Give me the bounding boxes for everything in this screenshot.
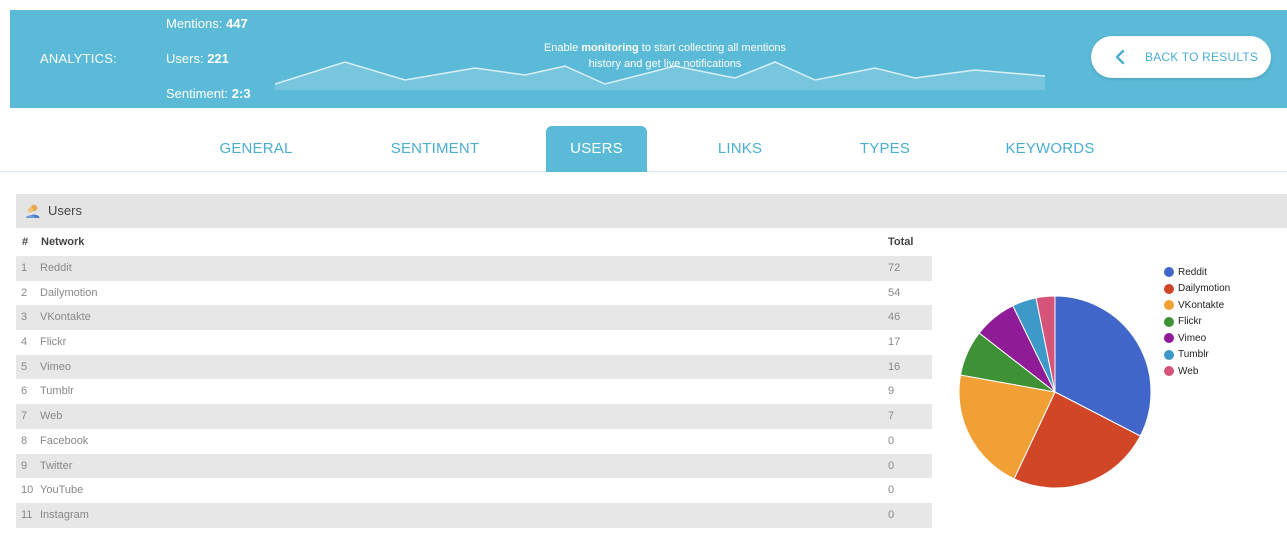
legend-label: VKontakte: [1178, 299, 1225, 311]
mentions-value: 447: [226, 16, 248, 31]
legend-label: Reddit: [1178, 266, 1207, 278]
table-row: 6 Tumblr 9: [16, 379, 932, 404]
column-header-total: Total: [888, 236, 914, 248]
panel-title: Users: [48, 203, 82, 218]
legend-swatch: [1164, 300, 1174, 311]
users-panel-header: Users: [16, 194, 1287, 228]
row-number: 1: [21, 262, 28, 274]
legend-item-tumblr[interactable]: Tumblr: [1164, 347, 1230, 364]
table-row: 7 Web 7: [16, 404, 932, 429]
row-network: VKontakte: [40, 311, 91, 324]
row-total: 54: [888, 286, 901, 299]
row-number: 10: [21, 484, 34, 497]
analytics-label: ANALYTICS:: [40, 51, 117, 66]
legend-item-vimeo[interactable]: Vimeo: [1164, 330, 1230, 347]
legend-item-dailymotion[interactable]: Dailymotion: [1164, 281, 1230, 298]
row-network: Tumblr: [40, 385, 74, 398]
row-network: Web: [40, 410, 63, 423]
row-total: 16: [888, 360, 901, 373]
tab-links[interactable]: LINKS: [705, 126, 775, 172]
sentiment-value: 2:3: [231, 86, 251, 101]
users-value: 221: [207, 51, 229, 66]
row-network: Vimeo: [40, 360, 71, 373]
tab-types[interactable]: TYPES: [850, 126, 920, 172]
tab-sentiment[interactable]: SENTIMENT: [375, 126, 495, 172]
tab-keywords[interactable]: KEYWORDS: [995, 126, 1105, 172]
users-pie-chart: [958, 295, 1152, 489]
table-row: 1 Reddit 72: [16, 256, 932, 281]
legend-label: Dailymotion: [1178, 283, 1231, 295]
row-number: 6: [21, 385, 28, 398]
row-number: 8: [21, 434, 28, 447]
row-network: Dailymotion: [40, 286, 98, 299]
row-number: 9: [21, 459, 28, 472]
users-label: Users:: [166, 51, 204, 66]
tab-bar: GENERAL SENTIMENT USERS LINKS TYPES KEYW…: [0, 126, 1287, 172]
tab-general[interactable]: GENERAL: [206, 126, 306, 172]
table-row: 8 Facebook 0: [16, 429, 932, 454]
row-number: 7: [21, 410, 28, 423]
row-total: 17: [888, 336, 901, 349]
table-row: 2 Dailymotion 54: [16, 281, 932, 306]
row-network: Flickr: [40, 336, 67, 349]
table-row: 10 YouTube 0: [16, 478, 932, 503]
row-network: YouTube: [40, 484, 84, 497]
users-icon: [26, 204, 40, 218]
row-total: 72: [888, 262, 901, 274]
legend-swatch: [1164, 366, 1174, 377]
tab-users[interactable]: USERS: [546, 126, 647, 172]
row-total: 46: [888, 311, 901, 324]
legend-item-vkontakte[interactable]: VKontakte: [1164, 297, 1230, 314]
mentions-stat: Mentions: 447: [166, 16, 248, 31]
row-total: 0: [888, 459, 895, 472]
sentiment-label: Sentiment:: [166, 86, 229, 101]
legend-swatch: [1164, 349, 1174, 360]
chart-legend: Reddit Dailymotion VKontakte Flickr Vimeo Tum…: [1164, 264, 1230, 380]
table-row: 5 Vimeo 16: [16, 354, 932, 380]
row-number: 4: [21, 336, 28, 349]
chevron-left-icon: [1115, 49, 1125, 65]
back-to-results-button[interactable]: BACK TO RESULTS: [1091, 36, 1271, 78]
row-number: 5: [21, 360, 28, 373]
legend-item-reddit[interactable]: Reddit: [1164, 264, 1230, 281]
row-network: Twitter: [40, 459, 73, 472]
table-row: 4 Flickr 17: [16, 330, 932, 355]
legend-swatch: [1164, 267, 1174, 278]
column-header-network: Network: [41, 236, 85, 248]
legend-label: Web: [1178, 365, 1199, 377]
analytics-header: ANALYTICS: Mentions: 447 Users: 221 Sent…: [10, 10, 1287, 108]
legend-label: Tumblr: [1178, 349, 1209, 361]
monitoring-pre: Enable: [543, 42, 579, 54]
monitoring-link[interactable]: monitoring: [581, 42, 638, 54]
row-network: Facebook: [40, 434, 89, 447]
users-table: 1 Reddit 72 2 Dailymotion 54 3 VKontakte 46 4F…: [16, 256, 932, 528]
row-network: Reddit: [40, 262, 72, 274]
legend-swatch: [1164, 316, 1174, 327]
row-number: 3: [21, 311, 28, 324]
legend-item-web[interactable]: Web: [1164, 363, 1230, 380]
table-row: 3 VKontakte 46: [16, 305, 932, 331]
row-number: 11: [21, 508, 33, 521]
legend-label: Vimeo: [1178, 332, 1207, 344]
row-total: 9: [888, 385, 895, 398]
legend-label: Flickr: [1178, 316, 1202, 328]
row-number: 2: [21, 286, 28, 299]
row-total: 0: [888, 484, 895, 497]
row-network: Instagram: [40, 508, 89, 521]
legend-swatch: [1164, 283, 1174, 294]
table-row: 11 Instagram 0: [16, 502, 932, 528]
mentions-label: Mentions:: [166, 16, 223, 31]
table-row: 9 Twitter 0: [16, 453, 932, 479]
users-stat: Users: 221: [166, 51, 229, 66]
column-header-number: #: [22, 236, 29, 248]
sentiment-stat: Sentiment: 2:3: [166, 86, 251, 101]
back-to-results-label: BACK TO RESULTS: [1145, 50, 1259, 64]
legend-item-flickr[interactable]: Flickr: [1164, 314, 1230, 331]
monitoring-message: Enable monitoring to start collecting al…: [530, 40, 800, 72]
legend-swatch: [1164, 333, 1174, 344]
row-total: 0: [888, 434, 895, 447]
row-total: 0: [888, 508, 895, 521]
row-total: 7: [888, 410, 895, 423]
